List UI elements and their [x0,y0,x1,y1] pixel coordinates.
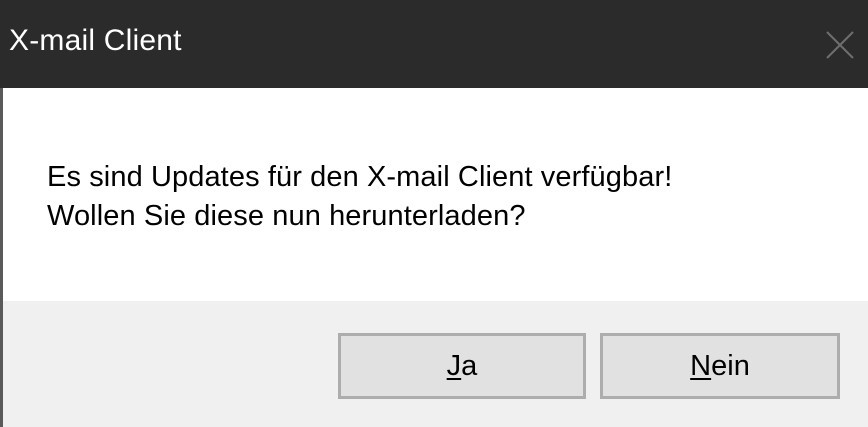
no-button-label: ein [711,350,750,382]
message-area: Es sind Updates für den X-mail Client ve… [3,88,868,301]
close-button[interactable] [809,0,868,88]
message-text-line-1: Es sind Updates für den X-mail Client ve… [47,161,673,193]
close-icon [826,31,854,59]
message-dialog: X-mail Client Es sind Updates für den X-… [0,0,868,427]
button-bar: Ja Nein [3,301,868,427]
message-text-line-2: Wollen Sie diese nun herunterladen? [47,200,526,232]
title-bar[interactable]: X-mail Client [0,0,868,88]
no-button[interactable]: Nein [600,333,840,399]
yes-button-mnemonic: J [446,350,462,382]
window-title: X-mail Client [9,24,182,57]
yes-button[interactable]: Ja [338,333,586,399]
yes-button-label: a [461,350,478,382]
no-button-mnemonic: N [690,350,712,382]
